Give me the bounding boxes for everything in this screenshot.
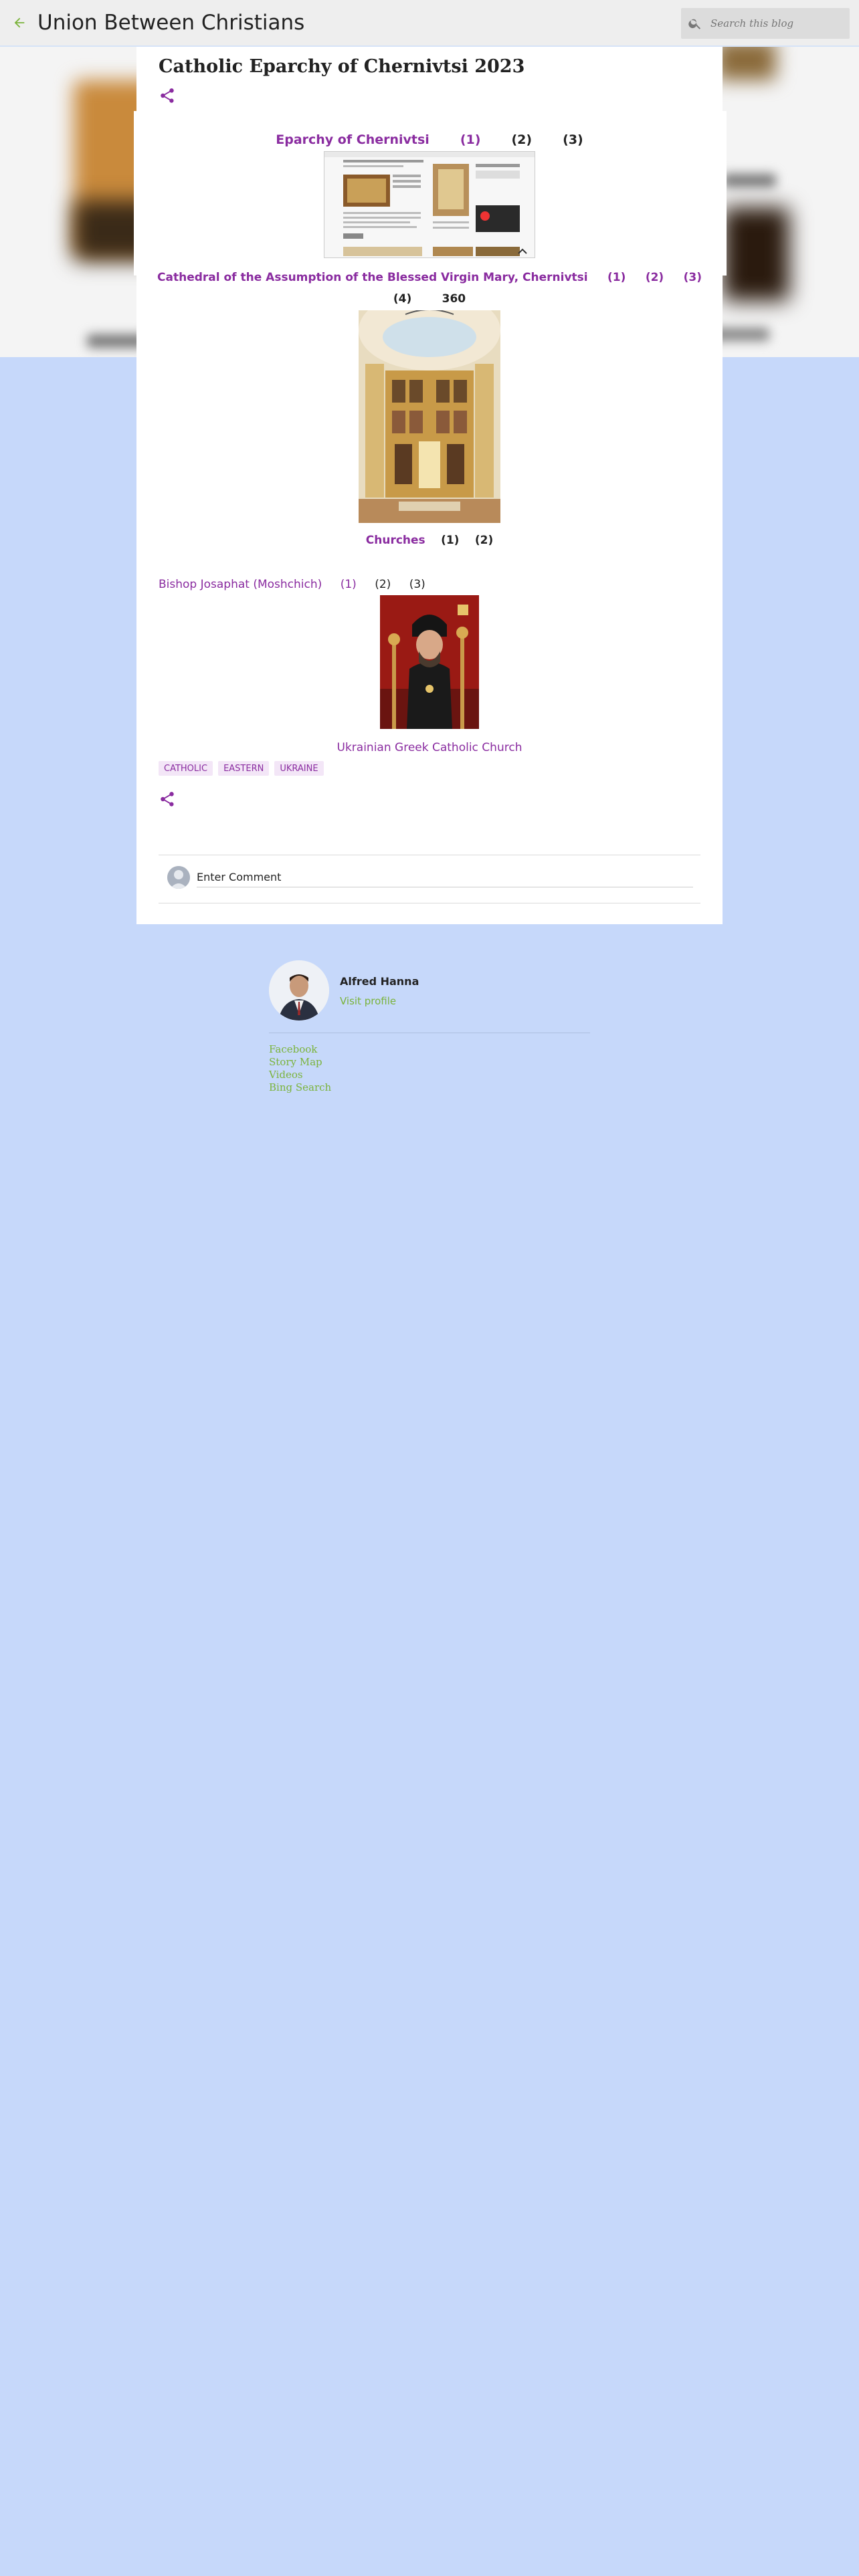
blog-title[interactable]: Union Between Christians <box>37 11 304 35</box>
post-labels: CATHOLIC EASTERN UKRAINE <box>159 761 324 776</box>
label-catholic[interactable]: CATHOLIC <box>159 761 213 776</box>
bishop-portrait-art <box>380 595 479 729</box>
eparchy-item-2: (2) <box>511 132 533 147</box>
cathedral-links-row: Cathedral of the Assumption of the Bless… <box>136 271 723 284</box>
search-icon[interactable] <box>688 16 702 31</box>
iconostasis-art <box>359 310 500 523</box>
cathedral-link-2[interactable]: (2) <box>646 271 664 284</box>
bishop-link[interactable]: Bishop Josaphat (Moshchich) <box>159 578 322 591</box>
link-list: Facebook Story Map Videos Bing Search <box>269 1043 331 1094</box>
user-avatar-icon <box>167 866 190 889</box>
post-card: Catholic Eparchy of Chernivtsi 2023 Epar… <box>136 47 723 924</box>
churches-item-2: (2) <box>474 534 494 547</box>
backdrop-blur-image <box>723 207 789 301</box>
share-icon[interactable] <box>159 790 176 808</box>
comment-avatar <box>167 866 190 889</box>
bishop-portrait-image[interactable] <box>380 595 479 729</box>
videos-link[interactable]: Videos <box>269 1069 331 1081</box>
eparchy-link-1[interactable]: (1) <box>460 132 481 147</box>
comment-form <box>167 864 693 891</box>
backdrop-blur-shape <box>723 174 776 187</box>
label-eastern[interactable]: EASTERN <box>218 761 270 776</box>
eparchy-screenshot-art <box>324 152 535 256</box>
eparchy-screenshot-image[interactable] <box>324 151 535 258</box>
bishop-item-3: (3) <box>409 578 425 591</box>
eparchy-link[interactable]: Eparchy of Chernivtsi <box>276 132 430 147</box>
share-icon[interactable] <box>159 87 176 104</box>
cathedral-link-3[interactable]: (3) <box>684 271 702 284</box>
search-input[interactable] <box>710 17 844 29</box>
profile-photo-art <box>269 960 329 1021</box>
cathedral-item-360: 360 <box>442 292 466 306</box>
back-button[interactable] <box>9 13 29 33</box>
cathedral-link-1[interactable]: (1) <box>607 271 626 284</box>
label-ukraine[interactable]: UKRAINE <box>274 761 324 776</box>
cathedral-link[interactable]: Cathedral of the Assumption of the Bless… <box>157 271 588 284</box>
churches-item-1: (1) <box>441 534 460 547</box>
eparchy-item-3: (3) <box>563 132 583 147</box>
bishop-link-1[interactable]: (1) <box>341 578 357 591</box>
bishop-links-row: Bishop Josaphat (Moshchich) (1) (2) (3) <box>159 578 440 591</box>
churches-link[interactable]: Churches <box>366 534 425 547</box>
post-title: Catholic Eparchy of Chernivtsi 2023 <box>159 56 525 77</box>
eparchy-links-row: Eparchy of Chernivtsi (1) (2) (3) <box>136 132 723 147</box>
search-box[interactable] <box>681 8 850 39</box>
cathedral-iconostasis-image[interactable] <box>359 310 500 523</box>
story-map-link[interactable]: Story Map <box>269 1056 331 1069</box>
church-caption-link[interactable]: Ukrainian Greek Catholic Church <box>136 741 723 754</box>
cathedral-links-row-2: (4) 360 <box>136 292 723 306</box>
churches-links-row: Churches (1) (2) <box>136 534 723 547</box>
visit-profile-link[interactable]: Visit profile <box>340 995 396 1007</box>
profile-name: Alfred Hanna <box>340 975 419 988</box>
facebook-link[interactable]: Facebook <box>269 1043 331 1056</box>
comment-input[interactable] <box>197 867 693 887</box>
top-header: Union Between Christians <box>0 0 859 47</box>
cathedral-item-4: (4) <box>393 292 412 306</box>
bing-search-link[interactable]: Bing Search <box>269 1081 331 1094</box>
bishop-item-2: (2) <box>375 578 391 591</box>
arrow-left-icon <box>14 17 25 28</box>
profile-avatar[interactable] <box>269 960 329 1021</box>
